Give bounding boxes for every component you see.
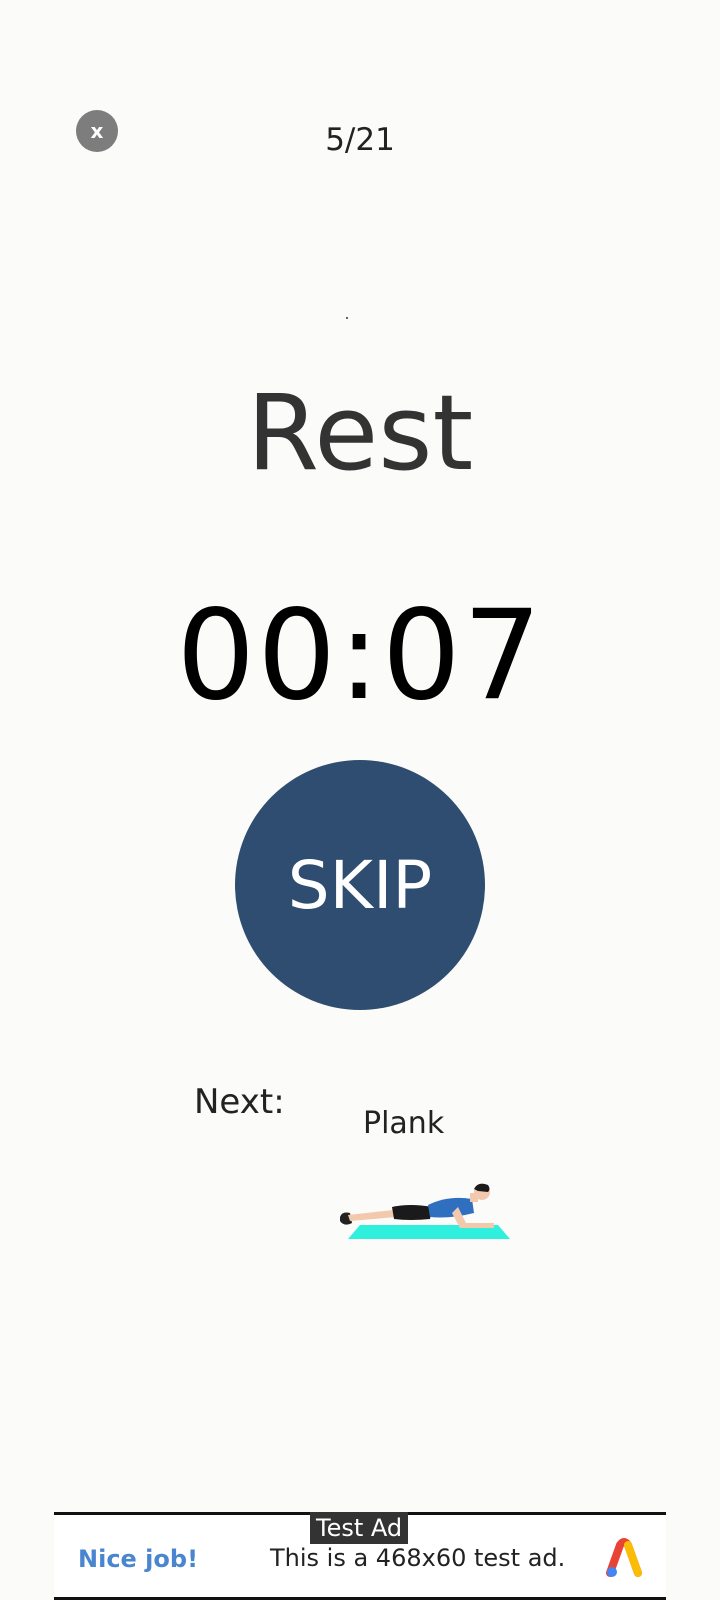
decorative-dot [346,317,348,319]
ad-body-text: This is a 468x60 test ad. [270,1544,566,1572]
test-ad-badge: Test Ad [310,1512,409,1544]
next-label: Next: [194,1082,285,1122]
next-exercise-name: Plank [363,1106,445,1141]
exercise-progress: 5/21 [325,122,395,158]
ads-logo-icon [606,1538,642,1577]
countdown-timer: 00:07 [176,584,544,728]
page-title: Rest [246,372,474,494]
skip-label: SKIP [287,846,433,924]
plank-exercise-illustration [340,1183,510,1239]
ad-headline: Nice job! [78,1545,199,1573]
skip-button[interactable]: SKIP [235,760,485,1010]
